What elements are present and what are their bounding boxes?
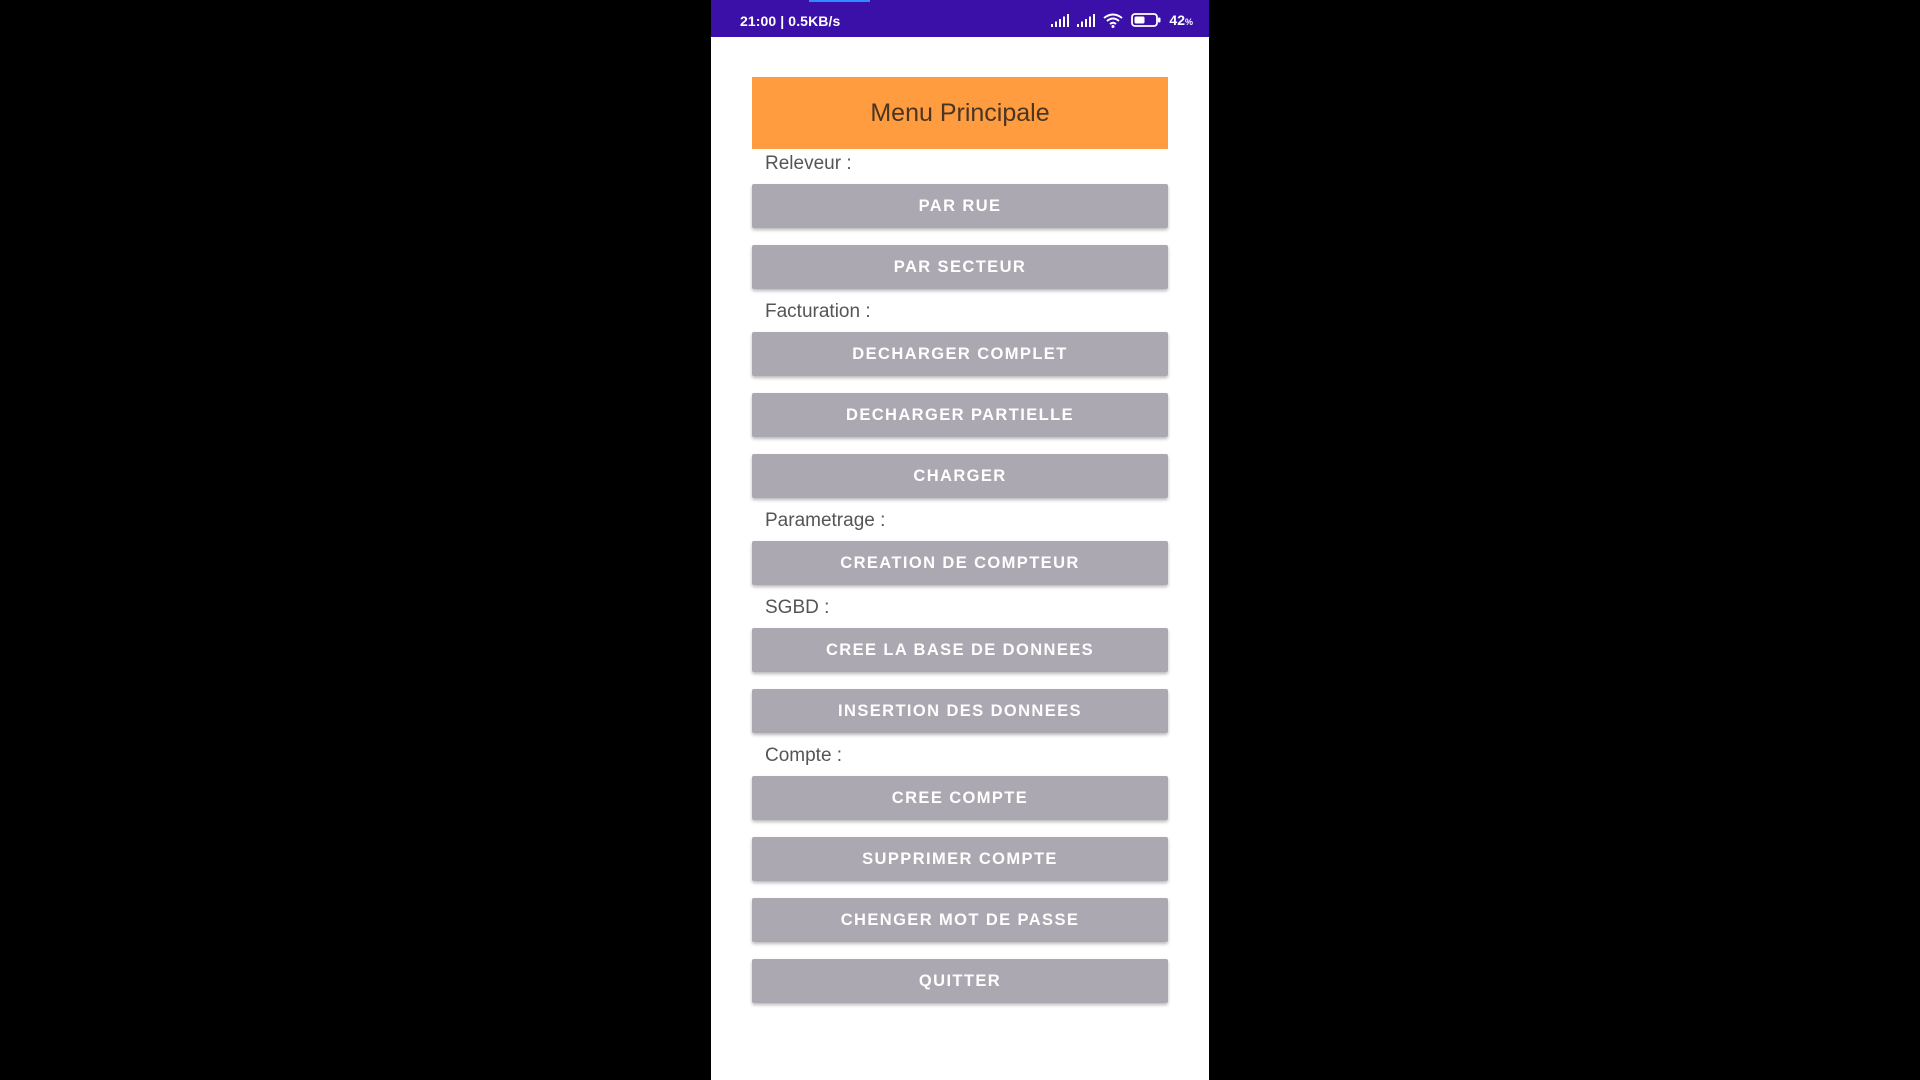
battery-level: 42% xyxy=(1169,12,1193,28)
page-title-text: Menu Principale xyxy=(870,98,1050,127)
status-time: 21:00 | 0.5KB/s xyxy=(740,13,841,29)
status-indicator xyxy=(809,0,870,2)
chenger-mot-de-passe-button[interactable]: CHENGER MOT DE PASSE xyxy=(752,898,1168,942)
creation-de-compteur-button[interactable]: CREATION DE COMPTEUR xyxy=(752,541,1168,585)
status-icons: 42% xyxy=(1051,12,1193,28)
section-label-sgbd: SGBD : xyxy=(765,597,830,618)
signal-icon xyxy=(1077,13,1096,27)
charger-button[interactable]: CHARGER xyxy=(752,454,1168,498)
section-label-facturation: Facturation : xyxy=(765,301,871,322)
par-rue-button[interactable]: PAR RUE xyxy=(752,184,1168,228)
phone-screen: 21:00 | 0.5KB/s 42% Menu Principale Rele… xyxy=(711,0,1209,1080)
signal-icon xyxy=(1051,13,1070,27)
main-menu: Menu Principale Releveur : PAR RUE PAR S… xyxy=(752,77,1168,1020)
cree-compte-button[interactable]: CREE COMPTE xyxy=(752,776,1168,820)
page-title: Menu Principale xyxy=(752,77,1168,149)
battery-icon xyxy=(1131,13,1161,27)
decharger-partielle-button[interactable]: DECHARGER PARTIELLE xyxy=(752,393,1168,437)
supprimer-compte-button[interactable]: SUPPRIMER COMPTE xyxy=(752,837,1168,881)
cree-la-base-de-donnees-button[interactable]: CREE LA BASE DE DONNEES xyxy=(752,628,1168,672)
quitter-button[interactable]: QUITTER xyxy=(752,959,1168,1003)
insertion-des-donnees-button[interactable]: INSERTION DES DONNEES xyxy=(752,689,1168,733)
section-label-releveur: Releveur : xyxy=(765,153,852,174)
par-secteur-button[interactable]: PAR SECTEUR xyxy=(752,245,1168,289)
wifi-icon xyxy=(1103,13,1124,28)
decharger-complet-button[interactable]: DECHARGER COMPLET xyxy=(752,332,1168,376)
section-label-compte: Compte : xyxy=(765,745,843,766)
status-bar: 21:00 | 0.5KB/s 42% xyxy=(711,0,1209,37)
section-label-parametrage: Parametrage : xyxy=(765,510,886,531)
